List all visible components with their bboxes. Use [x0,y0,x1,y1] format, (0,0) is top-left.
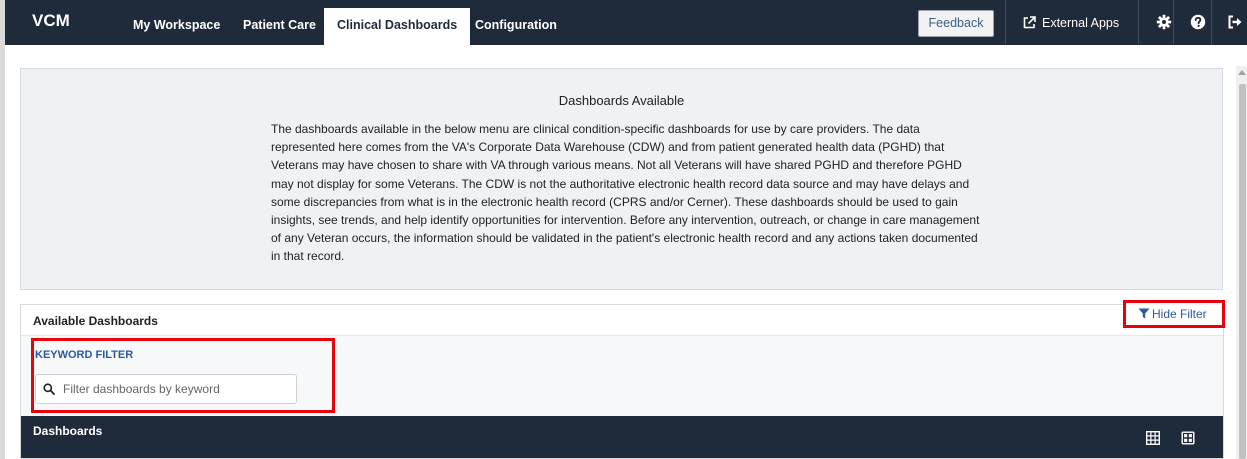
dashboards-label: Dashboards [33,424,103,438]
scrollbar-thumb[interactable] [1239,84,1246,459]
hide-filter-label: Hide Filter [1152,307,1207,321]
nav-patient-care[interactable]: Patient Care [243,18,316,32]
dashboards-info-panel: Dashboards Available The dashboards avai… [20,68,1223,290]
grid-view-icon[interactable] [1146,431,1160,445]
search-icon [43,383,55,395]
nav-divider [1005,0,1006,45]
info-description: The dashboards available in the below me… [271,122,980,264]
tile-view-icon[interactable] [1181,431,1195,445]
nav-divider [1173,0,1174,45]
nav-configuration[interactable]: Configuration [475,18,557,32]
left-edge [0,45,5,459]
external-apps-link[interactable]: External Apps [1023,16,1119,30]
nav-divider [1211,0,1212,45]
external-apps-label: External Apps [1042,16,1120,30]
available-dashboards-title: Available Dashboards [33,314,158,328]
top-navbar: VCM My Workspace Patient Care Clinical D… [0,0,1247,45]
info-title: Dashboards Available [558,93,685,108]
hide-filter-button[interactable]: Hide Filter [1123,300,1225,328]
filter-icon [1138,308,1150,319]
nav-my-workspace[interactable]: My Workspace [133,18,220,32]
available-dashboards-panel: Available Dashboards Hide Filter KEYWORD… [20,300,1225,459]
available-dashboards-header: Available Dashboards [21,305,1223,336]
keyword-filter-label: KEYWORD FILTER [35,349,134,361]
app-brand[interactable]: VCM [32,11,70,31]
gear-icon[interactable] [1156,14,1172,30]
dashboards-bar: Dashboards [21,416,1223,458]
nav-clinical-dashboards[interactable]: Clinical Dashboards [324,8,471,45]
external-link-icon [1023,16,1036,29]
nav-divider [1138,0,1139,45]
keyword-filter-input[interactable] [35,374,297,404]
help-icon[interactable] [1190,14,1206,30]
logout-icon[interactable] [1227,14,1243,30]
feedback-button[interactable]: Feedback [918,10,994,37]
scroll-up-arrow-icon[interactable] [1238,70,1246,75]
